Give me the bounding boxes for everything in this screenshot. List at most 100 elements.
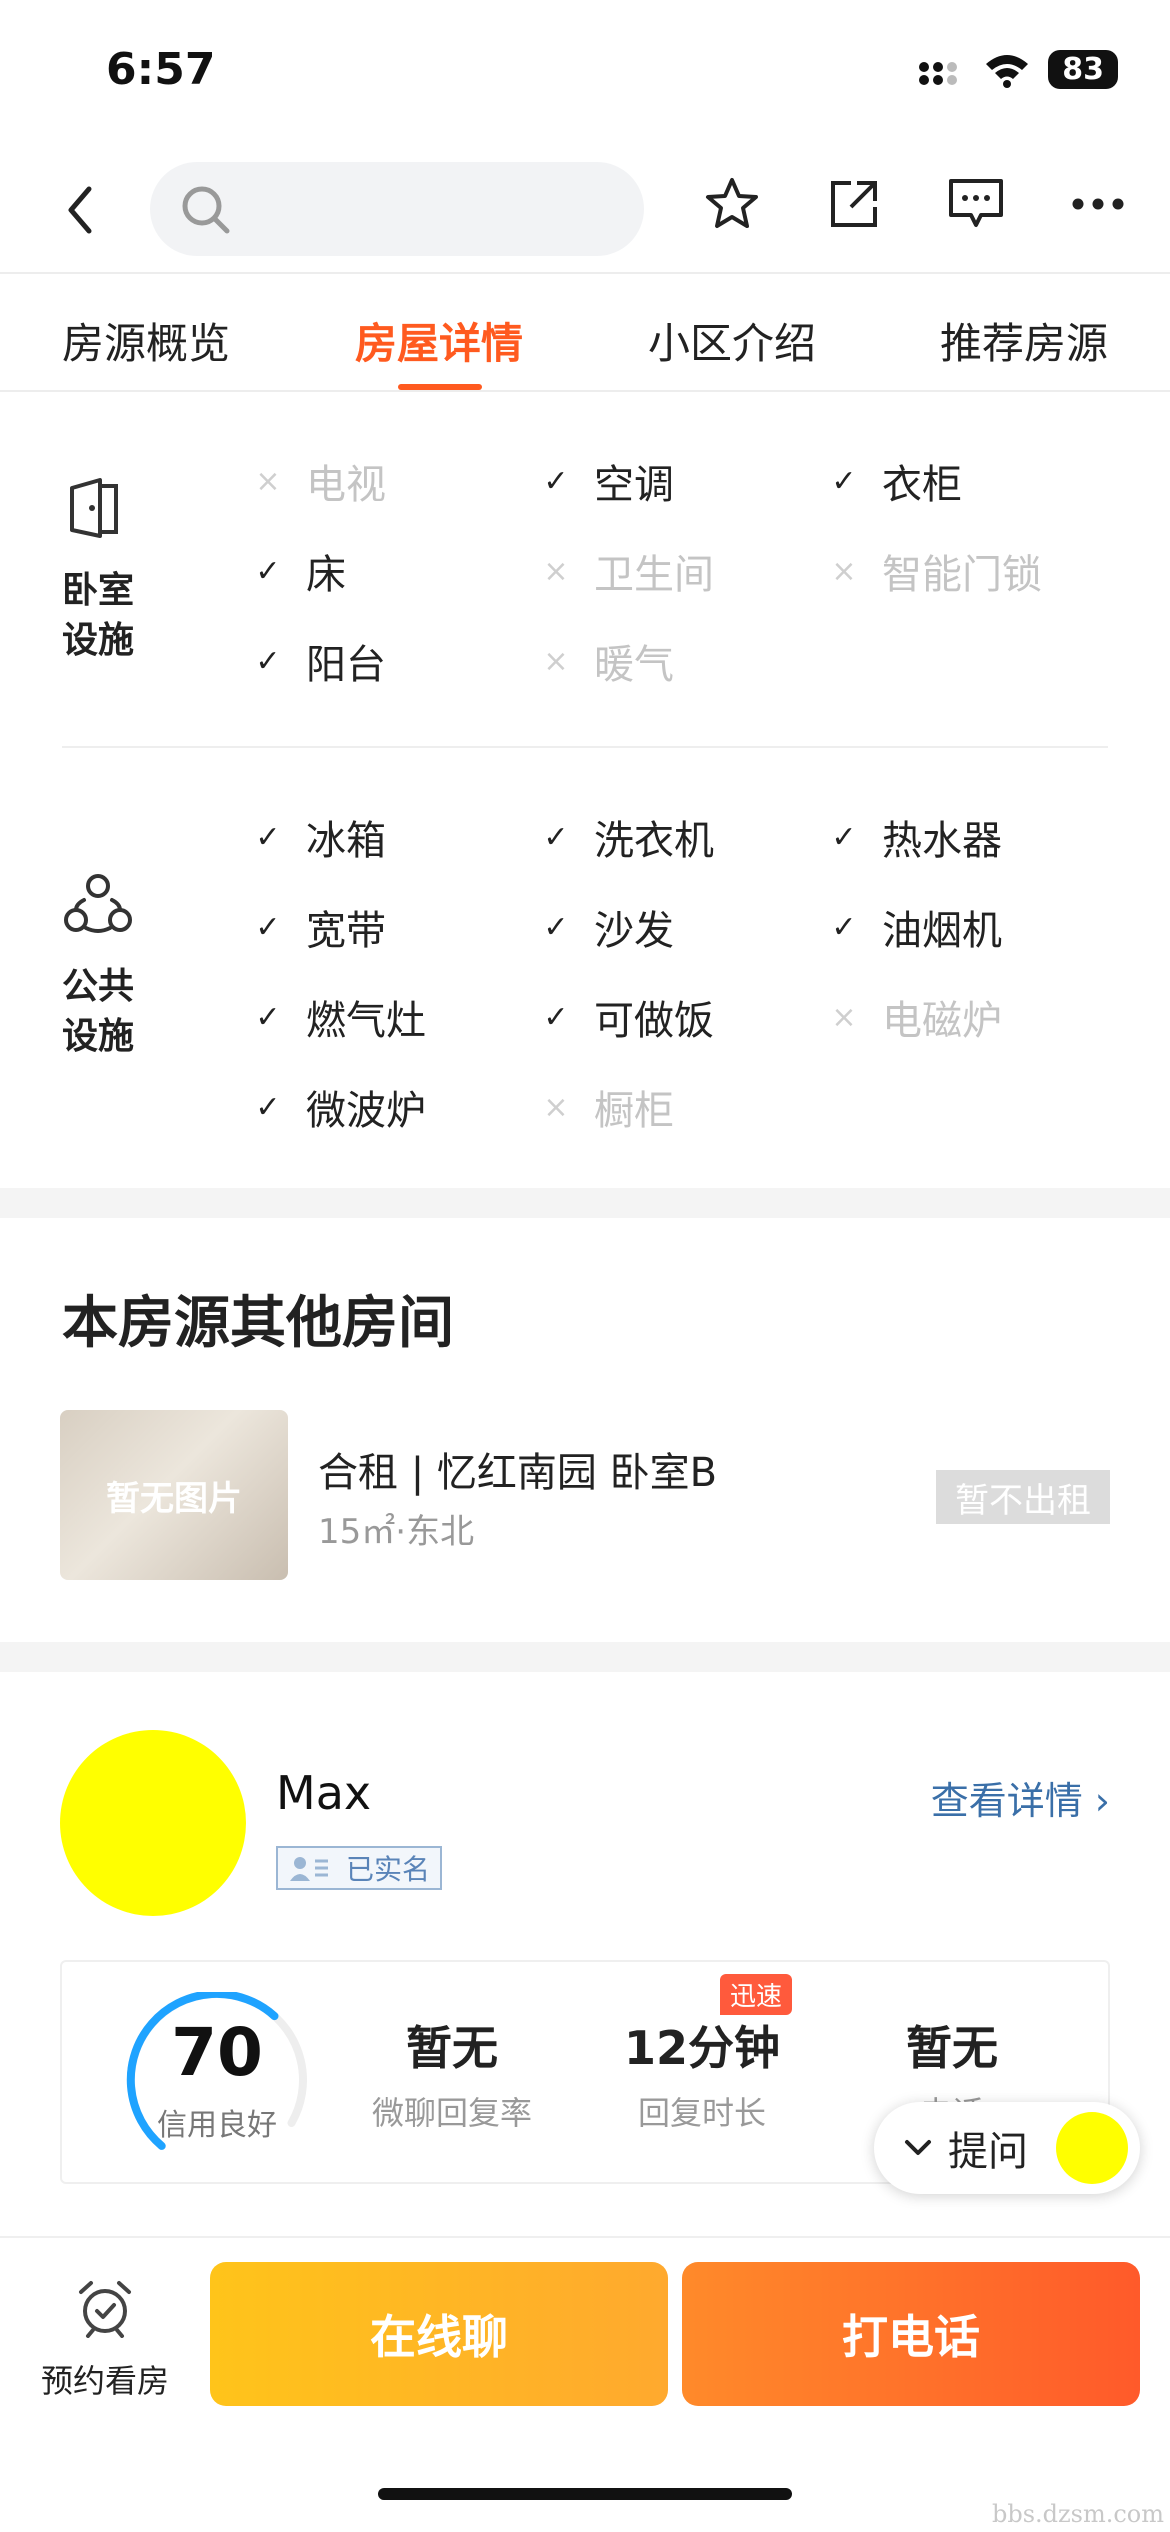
bedroom-label-line2: 设施 [62, 620, 135, 661]
tab-community[interactable]: 小区介绍 [648, 310, 816, 371]
facility-name: 阳台 [306, 642, 386, 688]
verified-badge: 已实名 [276, 1846, 443, 1890]
cross-icon: × [831, 999, 857, 1035]
check-icon: ✓ [543, 909, 569, 945]
facility-item: × 暖气 [536, 632, 674, 690]
facility-item: ✓ 空调 [536, 452, 674, 510]
favorite-button[interactable] [700, 172, 764, 236]
facility-item: ✓ 洗衣机 [536, 808, 714, 866]
cross-icon: × [831, 553, 857, 589]
status-bar: 6:57 83 [0, 0, 1170, 140]
tab-overview[interactable]: 房源概览 [62, 310, 230, 371]
signal-icon [919, 61, 958, 85]
battery-indicator: 83 [1048, 50, 1118, 89]
status-icons: 83 [918, 50, 1118, 89]
facility-name: 电磁炉 [882, 998, 1002, 1044]
facility-item: × 橱柜 [536, 1078, 674, 1136]
check-icon: ✓ [255, 1089, 281, 1125]
call-button[interactable]: 打电话 [682, 2262, 1140, 2406]
check-icon: ✓ [255, 909, 281, 945]
stat-value: 暂无 [906, 2021, 998, 2075]
credit-label: 信用良好 [157, 2108, 277, 2143]
facility-name: 洗衣机 [594, 818, 714, 864]
tab-house-details[interactable]: 房屋详情 [355, 310, 523, 371]
facility-item: ✓ 油烟机 [824, 898, 1002, 956]
nav-actions [700, 172, 1130, 236]
check-icon: ✓ [543, 819, 569, 855]
stat-value: 12分钟 [623, 2021, 780, 2075]
verified-text: 已实名 [346, 1853, 431, 1886]
share-button[interactable] [822, 172, 886, 236]
ask-question-button[interactable]: 提问 [874, 2102, 1140, 2194]
facility-item: ✓ 燃气灶 [248, 988, 426, 1046]
door-icon [70, 478, 118, 538]
cross-icon: × [543, 643, 569, 679]
appointment-label: 预约看房 [40, 2362, 169, 2400]
message-button[interactable] [944, 172, 1008, 236]
section-separator [0, 1188, 1170, 1218]
check-icon: ✓ [255, 999, 281, 1035]
ask-avatar [1056, 2112, 1128, 2184]
search-icon [182, 186, 230, 234]
id-card-icon [290, 1857, 328, 1881]
wifi-icon [986, 54, 1029, 88]
stat-value: 暂无 [406, 2021, 498, 2075]
public-label-line2: 设施 [62, 1016, 135, 1057]
more-icon [1072, 198, 1124, 210]
facility-name: 床 [306, 552, 346, 598]
stat-reply-time: 12分钟 回复时长 [592, 2012, 812, 2134]
facility-name: 卫生间 [594, 552, 714, 598]
facility-name: 热水器 [882, 818, 1002, 864]
check-icon: ✓ [831, 463, 857, 499]
facility-name: 电视 [306, 462, 386, 508]
facility-name: 沙发 [594, 908, 674, 954]
facility-name: 微波炉 [306, 1088, 426, 1134]
room-title[interactable]: 合租 | 忆红南园 卧室B [318, 1440, 717, 1498]
landlord-avatar[interactable] [60, 1730, 246, 1916]
nav-bar [0, 150, 1170, 270]
facility-divider [62, 746, 1108, 748]
view-detail-link[interactable]: 查看详情 › [931, 1770, 1110, 1825]
watermark: bbs.dzsm.com [991, 2500, 1164, 2528]
cross-icon: × [543, 553, 569, 589]
section-separator [0, 1642, 1170, 1672]
fast-badge: 迅速 [720, 1974, 793, 2015]
check-icon: ✓ [255, 643, 281, 679]
stat-label: 微聊回复率 [371, 2094, 532, 2132]
public-label-line1: 公共 [62, 966, 135, 1007]
facility-name: 衣柜 [882, 462, 962, 508]
cross-icon: × [255, 463, 281, 499]
facility-item: ✓ 冰箱 [248, 808, 386, 866]
facility-item: × 卫生间 [536, 542, 714, 600]
bedroom-label-line1: 卧室 [62, 570, 135, 611]
facility-name: 宽带 [306, 908, 386, 954]
credit-score: 70 [171, 2014, 263, 2091]
facility-name: 橱柜 [594, 1088, 674, 1134]
room-thumbnail[interactable]: 暂无图片 [60, 1410, 288, 1580]
more-button[interactable] [1066, 172, 1130, 236]
other-rooms-title: 本房源其他房间 [62, 1291, 454, 1356]
facility-item: × 智能门锁 [824, 542, 1042, 600]
chevron-down-icon [905, 2140, 931, 2155]
landlord-name: Max [276, 1766, 372, 1820]
check-icon: ✓ [255, 819, 281, 855]
facility-name: 可做饭 [594, 998, 714, 1044]
stat-label: 回复时长 [637, 2094, 766, 2132]
facility-item: ✓ 沙发 [536, 898, 674, 956]
appointment-button[interactable]: 预约看房 [30, 2278, 180, 2402]
search-input[interactable] [150, 162, 644, 256]
back-button[interactable] [50, 178, 110, 242]
facility-item: ✓ 阳台 [248, 632, 386, 690]
tab-recommended[interactable]: 推荐房源 [940, 310, 1108, 371]
facility-item: ✓ 热水器 [824, 808, 1002, 866]
check-icon: ✓ [831, 819, 857, 855]
message-icon [949, 179, 1003, 227]
facility-item: × 电磁炉 [824, 988, 1002, 1046]
online-chat-button[interactable]: 在线聊 [210, 2262, 668, 2406]
facility-name: 燃气灶 [306, 998, 426, 1044]
check-icon: ✓ [831, 909, 857, 945]
section-tabs: 房源概览 房屋详情 小区介绍 推荐房源 [0, 272, 1170, 392]
facility-item: ✓ 床 [248, 542, 346, 600]
facility-name: 智能门锁 [882, 552, 1042, 598]
facility-name: 冰箱 [306, 818, 386, 864]
